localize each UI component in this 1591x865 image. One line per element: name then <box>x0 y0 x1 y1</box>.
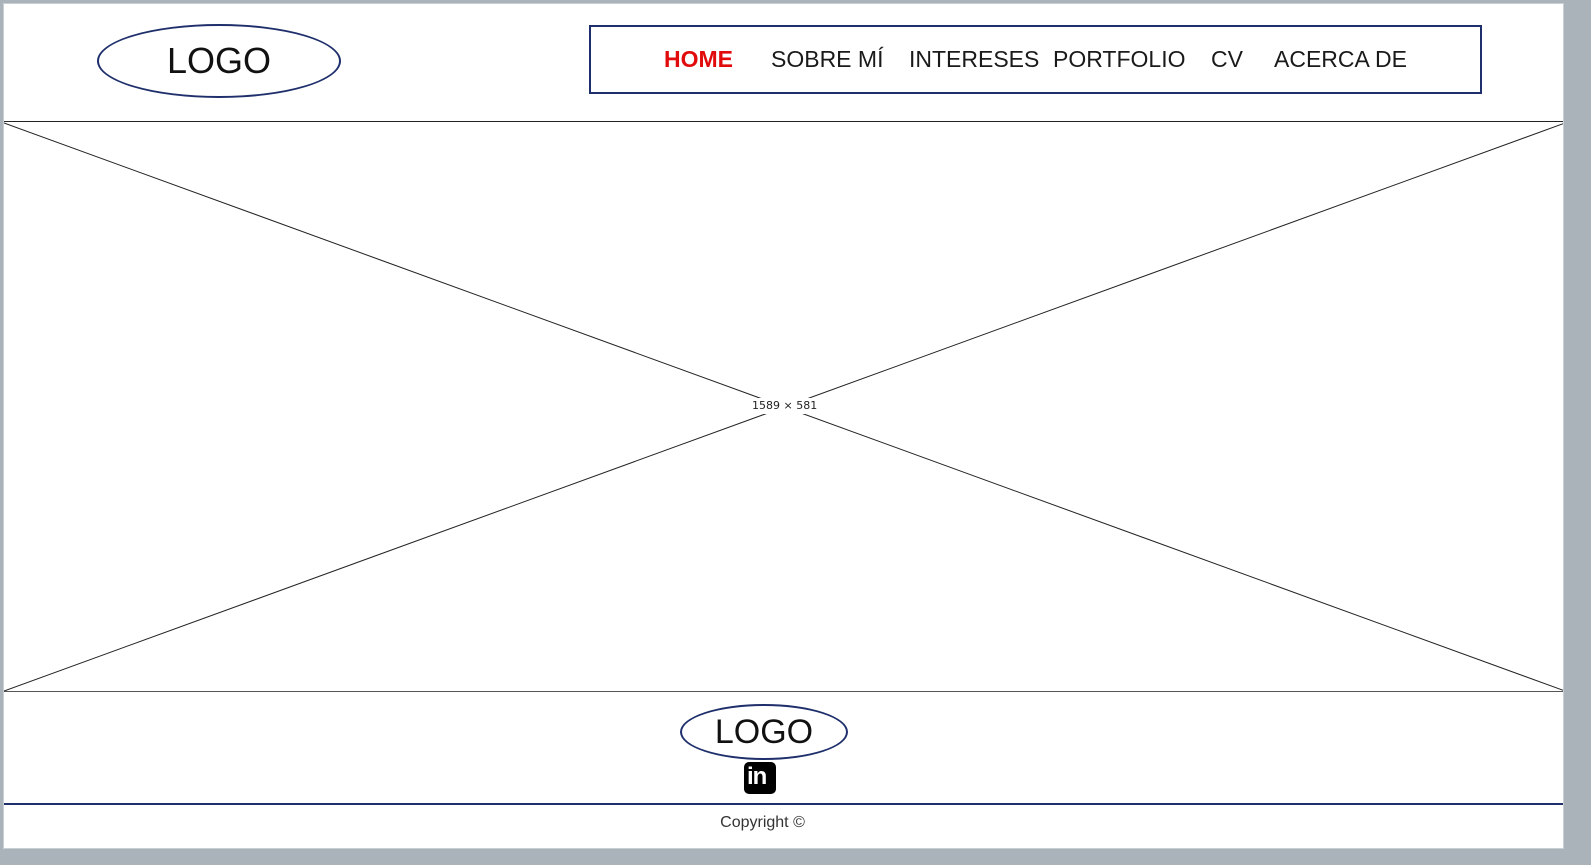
header-logo-text: LOGO <box>166 40 272 81</box>
nav-item-sobre-mi[interactable]: SOBRE MÍ <box>771 46 883 73</box>
linkedin-icon[interactable]: in <box>744 762 776 794</box>
nav-item-home[interactable]: HOME <box>664 46 733 73</box>
page-frame: LOGO HOME SOBRE MÍ INTERESES PORTFOLIO C… <box>3 3 1564 849</box>
linkedin-glyph: in <box>747 763 767 790</box>
footer-logo-text: LOGO <box>714 712 814 751</box>
footer-logo[interactable]: LOGO <box>680 704 848 760</box>
copyright-text: Copyright © <box>720 814 805 831</box>
header-logo[interactable]: LOGO <box>97 24 341 98</box>
hero-image-placeholder: 1589 × 581 <box>4 121 1563 692</box>
nav-item-intereses[interactable]: INTERESES <box>909 46 1039 73</box>
nav-item-acerca-de[interactable]: ACERCA DE <box>1274 46 1407 73</box>
nav-item-portfolio[interactable]: PORTFOLIO <box>1053 46 1186 73</box>
footer-divider <box>4 803 1563 805</box>
main-nav: HOME SOBRE MÍ INTERESES PORTFOLIO CV ACE… <box>589 25 1482 94</box>
hero-dimension-label: 1589 × 581 <box>752 399 818 412</box>
nav-item-cv[interactable]: CV <box>1211 46 1243 73</box>
